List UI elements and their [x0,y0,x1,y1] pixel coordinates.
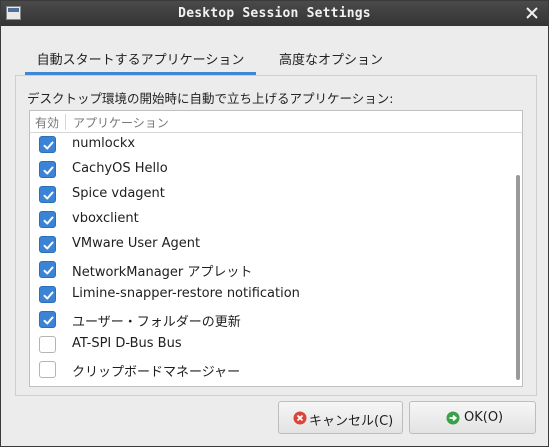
list-item-label: VMware User Agent [72,236,201,251]
list-item[interactable]: Limine-snapper-restore notification [30,282,510,307]
list-item[interactable]: NetworkManager アプレット [30,257,510,282]
list-item-label: vboxclient [72,211,139,226]
column-header-application[interactable]: アプリケーション [73,114,169,131]
window-title: Desktop Session Settings [178,6,371,21]
list-item[interactable]: Spice vdagent [30,182,510,207]
ok-button-label: OK(O) [464,410,504,425]
column-header-enabled[interactable]: 有効 [35,114,59,131]
enabled-checkbox[interactable] [39,161,56,178]
list-item-label: クリップボードマネージャー [72,365,241,380]
ok-button[interactable]: OK(O) [409,401,536,434]
list-item[interactable]: ユーザー・フォルダーの更新 [30,307,510,332]
close-icon[interactable] [525,6,539,20]
enabled-checkbox[interactable] [39,336,56,353]
enabled-checkbox[interactable] [39,286,56,303]
column-separator [65,114,66,130]
tab-advanced[interactable]: 高度なオプション [261,42,401,75]
list-item-label: ユーザー・フォルダーの更新 [72,315,241,330]
list-item-label: Limine-snapper-restore notification [72,286,300,301]
list-item[interactable]: AT-SPI D-Bus Bus [30,332,510,357]
enabled-checkbox[interactable] [39,236,56,253]
list-item-label: NetworkManager アプレット [72,265,253,280]
enabled-checkbox[interactable] [39,261,56,278]
list-item[interactable]: クリップボードマネージャー [30,357,510,382]
enabled-checkbox[interactable] [39,361,56,378]
list-item[interactable]: vboxclient [30,207,510,232]
list-rows: numlockx CachyOS Hello Spice vdagent vboxcl… [30,120,510,382]
cancel-button[interactable]: キャンセル(C) [278,401,403,434]
enabled-checkbox[interactable] [39,186,56,203]
dialog-window: Desktop Session Settings 自動スタートするアプリケーショ… [0,0,549,447]
enabled-checkbox[interactable] [39,136,56,153]
list-item-label: numlockx [72,136,136,151]
cancel-icon [293,411,307,425]
autostart-list[interactable]: 有効 アプリケーション numlockx CachyOS Hello Spice v… [29,110,523,387]
list-scrollbar[interactable] [516,175,520,380]
list-item[interactable]: numlockx [30,132,510,157]
list-item-label: CachyOS Hello [72,161,168,176]
list-header: 有効 アプリケーション [30,111,522,133]
cancel-button-label: キャンセル(C) [309,414,394,429]
enabled-checkbox[interactable] [39,311,56,328]
list-item[interactable]: CachyOS Hello [30,157,510,182]
list-item-label: AT-SPI D-Bus Bus [72,336,182,351]
ok-icon [446,411,460,425]
list-item-label: Spice vdagent [72,186,165,201]
autostart-description: デスクトップ環境の開始時に自動で立ち上げるアプリケーション: [27,91,394,106]
tab-autostart[interactable]: 自動スタートするアプリケーション [25,42,256,75]
list-item[interactable]: VMware User Agent [30,232,510,257]
tab-bar: 自動スタートするアプリケーション 高度なオプション [15,42,537,75]
titlebar[interactable]: Desktop Session Settings [1,1,548,26]
enabled-checkbox[interactable] [39,211,56,228]
